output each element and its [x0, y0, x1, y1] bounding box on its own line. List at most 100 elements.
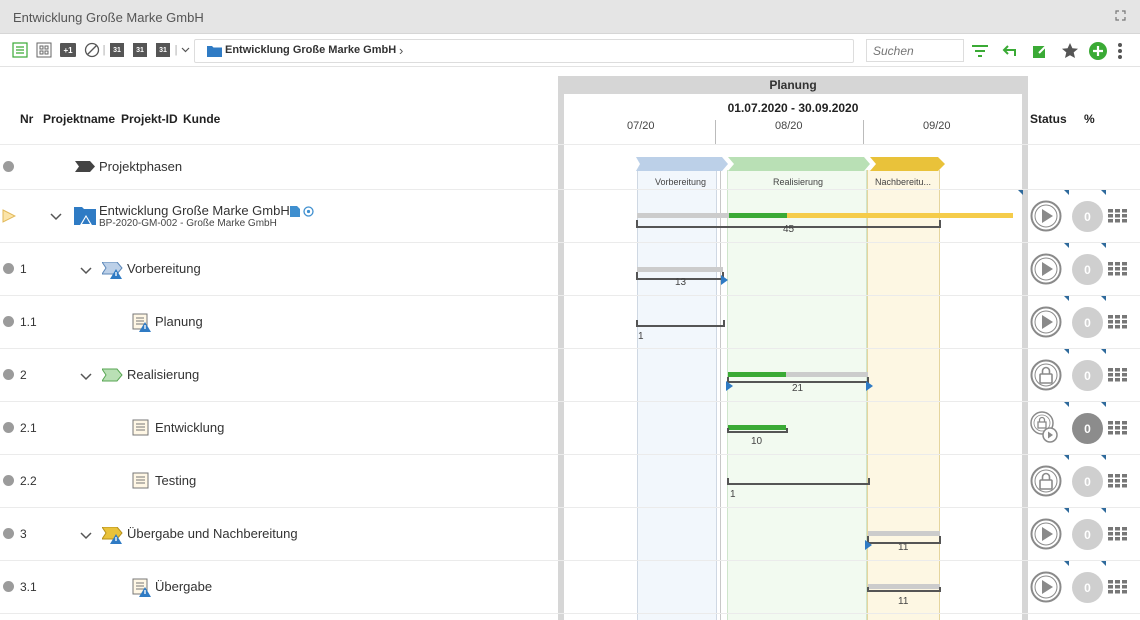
row-name[interactable]: Testing [155, 473, 196, 488]
phase-band-realisierung [727, 170, 867, 620]
corner-marker [1101, 243, 1106, 248]
lock-play-icon[interactable] [1030, 410, 1060, 444]
month-label: 09/20 [923, 120, 951, 132]
grid-icon[interactable] [1108, 580, 1128, 594]
lock-icon[interactable] [1030, 465, 1062, 497]
percent-badge[interactable]: 0 [1072, 572, 1103, 603]
row-nr: 3 [20, 527, 27, 541]
row-name[interactable]: Planung [155, 314, 203, 329]
column-header-kunde[interactable]: Kunde [183, 112, 220, 126]
percent-badge[interactable]: 0 [1072, 360, 1103, 391]
column-header-nr[interactable]: Nr [20, 112, 33, 126]
row-status-dot [3, 316, 14, 327]
grid-icon[interactable] [1108, 421, 1128, 435]
star-icon[interactable] [1060, 41, 1080, 61]
row-status-dot [3, 422, 14, 433]
edit-icon[interactable] [1030, 41, 1050, 61]
grid-icon[interactable] [1108, 209, 1128, 223]
percent-badge[interactable]: 0 [1072, 201, 1103, 232]
breadcrumb-item[interactable]: Entwicklung Große Marke GmbH [225, 44, 396, 56]
play-icon[interactable] [1030, 306, 1062, 338]
bar-label: 13 [675, 277, 687, 288]
percent-badge[interactable]: 0 [1072, 413, 1103, 444]
row-nr: 2 [20, 368, 27, 382]
percent-badge[interactable]: 0 [1072, 466, 1103, 497]
bar-label: 11 [898, 542, 909, 553]
link-icon[interactable] [303, 206, 314, 217]
calendar-month-icon[interactable]: 31 [156, 43, 170, 57]
gantt-bracket[interactable] [867, 587, 941, 592]
milestone-arrow-icon [726, 381, 733, 391]
corner-marker [1101, 402, 1106, 407]
maximize-icon[interactable] [1115, 10, 1126, 21]
percent-badge[interactable]: 0 [1072, 254, 1103, 285]
chevron-down-icon[interactable] [80, 372, 92, 382]
more-icon[interactable] [1114, 41, 1126, 61]
corner-marker [1101, 349, 1106, 354]
breadcrumb[interactable]: Entwicklung Große Marke GmbH › [194, 39, 854, 63]
play-icon[interactable] [1030, 200, 1062, 232]
play-icon[interactable] [1030, 253, 1062, 285]
gantt-bracket[interactable] [636, 320, 725, 327]
chevron-down-icon[interactable] [180, 42, 191, 58]
document-icon[interactable] [290, 206, 300, 217]
milestone-arrow-icon [721, 275, 728, 285]
window-title: Entwicklung Große Marke GmbH [13, 10, 204, 25]
project-name[interactable]: Entwicklung Große Marke GmbH [99, 203, 290, 218]
play-icon[interactable] [1030, 518, 1062, 550]
grid-icon[interactable] [1108, 527, 1128, 541]
corner-marker [1064, 508, 1069, 513]
tile-view-icon[interactable] [36, 42, 52, 58]
corner-marker [1064, 296, 1069, 301]
row-name[interactable]: Entwicklung [155, 420, 224, 435]
row-divider [0, 242, 1140, 243]
gantt-bracket[interactable] [727, 478, 870, 485]
chevron-down-icon[interactable] [80, 266, 92, 276]
list-view-icon[interactable] [12, 42, 28, 58]
column-header-projekt-id[interactable]: Projekt-ID [121, 112, 178, 126]
project-id-customer: BP-2020-GM-002 - Große Marke GmbH [99, 218, 277, 229]
row-name[interactable]: Realisierung [127, 367, 199, 382]
corner-marker [1064, 243, 1069, 248]
row-name[interactable]: Übergabe [155, 579, 212, 594]
phase-label: Vorbereitung [655, 177, 707, 187]
phase-icon [102, 368, 123, 382]
gantt-bracket[interactable] [727, 428, 788, 433]
chevron-down-icon[interactable] [50, 212, 62, 222]
row-name[interactable]: Projektphasen [99, 159, 182, 174]
month-label: 07/20 [627, 120, 655, 132]
row-name[interactable]: Vorbereitung [127, 261, 201, 276]
grid-icon[interactable] [1108, 262, 1128, 276]
percent-badge[interactable]: 0 [1072, 519, 1103, 550]
column-header-percent[interactable]: % [1084, 112, 1095, 126]
row-name[interactable]: Übergabe und Nachbereitung [127, 526, 298, 541]
chevron-down-icon[interactable] [80, 531, 92, 541]
play-icon[interactable] [1030, 571, 1062, 603]
search-input[interactable] [866, 39, 964, 62]
bar-label: 10 [751, 436, 763, 447]
no-percent-icon[interactable] [84, 42, 100, 58]
column-header-projektname[interactable]: Projektname [43, 112, 115, 126]
plus-one-icon[interactable]: +1 [60, 43, 76, 57]
calendar-week-icon[interactable]: 31 [133, 43, 147, 57]
chevron-right-icon[interactable]: › [399, 43, 403, 58]
grid-icon[interactable] [1108, 368, 1128, 382]
undo-icon[interactable] [1000, 41, 1020, 61]
milestone-arrow-icon [866, 381, 873, 391]
row-divider [0, 401, 1140, 402]
column-header-status[interactable]: Status [1030, 112, 1067, 126]
bar-progress [729, 213, 787, 218]
phase-warning-icon [102, 527, 123, 544]
expand-arrow-icon[interactable] [2, 209, 16, 223]
grid-icon[interactable] [1108, 474, 1128, 488]
grid-icon[interactable] [1108, 315, 1128, 329]
phase-band-vorbereitung [637, 170, 717, 620]
add-icon[interactable] [1088, 41, 1108, 61]
filter-icon[interactable] [970, 41, 990, 61]
bar-label: 1 [730, 489, 736, 500]
corner-marker [1101, 508, 1106, 513]
lock-icon[interactable] [1030, 359, 1062, 391]
calendar-day-icon[interactable]: 31 [110, 43, 124, 57]
percent-badge[interactable]: 0 [1072, 307, 1103, 338]
task-icon [132, 419, 149, 436]
